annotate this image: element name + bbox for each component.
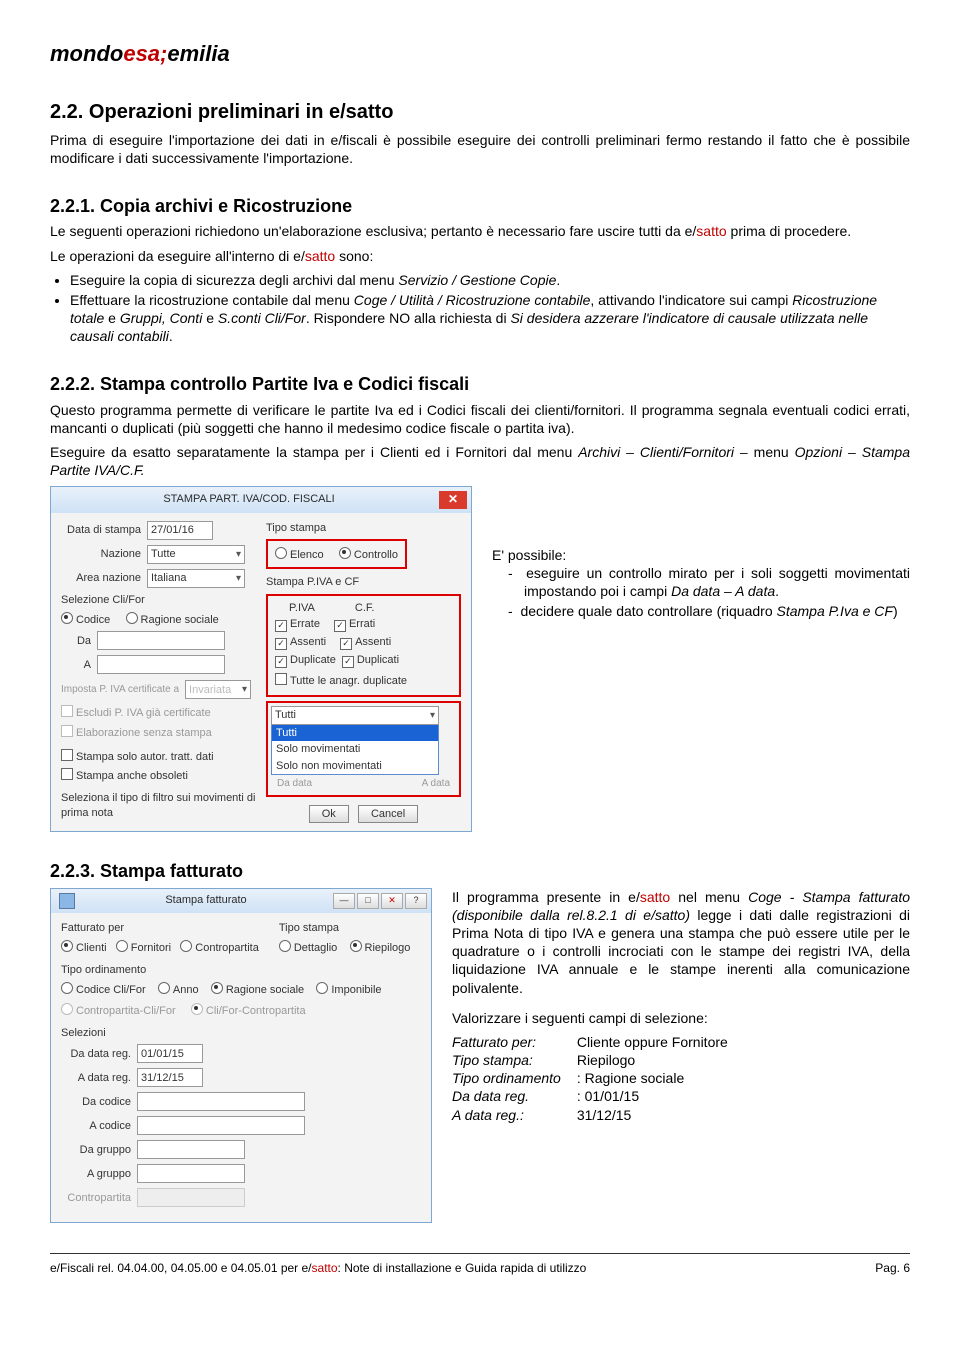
- ok-button[interactable]: Ok: [309, 805, 349, 823]
- para-2-2-1-b: Le operazioni da eseguire all'interno di…: [50, 247, 910, 265]
- bullet-2: Effettuare la ricostruzione contabile da…: [70, 291, 910, 346]
- dropdown-filtro[interactable]: Tutti Solo movimentati Solo non moviment…: [271, 724, 439, 775]
- para-2-2: Prima di eseguire l'importazione dei dat…: [50, 131, 910, 167]
- help-icon[interactable]: ?: [405, 893, 427, 909]
- select-area[interactable]: Italiana: [147, 569, 245, 588]
- input-da-data-reg[interactable]: 01/01/15: [137, 1044, 203, 1063]
- chk-errati[interactable]: ✓: [334, 620, 346, 632]
- dialog2-titlebar: Stampa fatturato — □ ✕ ?: [51, 889, 431, 913]
- select-imposta: Invariata: [185, 680, 251, 699]
- radio-riepilogo[interactable]: [350, 940, 362, 952]
- input-a-data-reg[interactable]: 31/12/15: [137, 1068, 203, 1087]
- input-a-codice[interactable]: [137, 1116, 305, 1135]
- bullet-1: Eseguire la copia di sicurezza degli arc…: [70, 271, 910, 289]
- para-2-2-2-a: Questo programma permette di verificare …: [50, 401, 910, 437]
- lbl-fatturato-per: Fatturato per: [61, 921, 259, 935]
- input-contropartita: [137, 1188, 245, 1207]
- chk-duplicate[interactable]: ✓: [275, 656, 287, 668]
- input-a[interactable]: [97, 655, 225, 674]
- lbl-data-stampa: Data di stampa: [61, 523, 141, 537]
- select-nazione[interactable]: Tutte: [147, 545, 245, 564]
- heading-2-2-1: 2.2.1. Copia archivi e Ricostruzione: [50, 195, 910, 218]
- chk-solo-autor[interactable]: [61, 749, 73, 761]
- dialog2-title: Stampa fatturato: [79, 893, 333, 907]
- heading-2-2-2: 2.2.2. Stampa controllo Partite Iva e Co…: [50, 373, 910, 396]
- side-text-222: E' possibile: - eseguire un controllo mi…: [492, 546, 910, 623]
- cancel-button[interactable]: Cancel: [358, 805, 418, 823]
- lbl-imposta: Imposta P. IVA certificate a: [61, 683, 179, 696]
- radio-elenco[interactable]: [275, 547, 287, 559]
- bullet-list-221: Eseguire la copia di sicurezza degli arc…: [70, 271, 910, 346]
- chk-assenti-cf[interactable]: ✓: [340, 638, 352, 650]
- radio-contropartita[interactable]: [180, 940, 192, 952]
- heading-2-2-3: 2.2.3. Stampa fatturato: [50, 860, 910, 883]
- lbl-a: A: [61, 658, 91, 672]
- radio-codice[interactable]: [61, 612, 73, 624]
- lbl-tipo-ordinamento: Tipo ordinamento: [61, 963, 421, 977]
- close-icon[interactable]: ✕: [439, 491, 467, 509]
- lbl-area: Area nazione: [61, 571, 141, 585]
- input-a-gruppo[interactable]: [137, 1164, 245, 1183]
- radio-fornitori[interactable]: [116, 940, 128, 952]
- radio-dettaglio[interactable]: [279, 940, 291, 952]
- radio-clifor-contr: [191, 1003, 203, 1015]
- radio-ragione[interactable]: [126, 612, 138, 624]
- heading-2-2: 2.2. Operazioni preliminari in e/satto: [50, 99, 910, 125]
- chk-escludi: [61, 705, 73, 717]
- lbl-tipo-stampa: Tipo stampa: [266, 521, 461, 535]
- input-da-codice[interactable]: [137, 1092, 305, 1111]
- dialog-icon: [59, 893, 75, 909]
- kv-table: Fatturato per:Cliente oppure Fornitore T…: [452, 1033, 744, 1124]
- radio-controllo[interactable]: [339, 547, 351, 559]
- dialog-stampa-part-iva: STAMPA PART. IVA/COD. FISCALI ✕ Data di …: [50, 486, 472, 833]
- brand-header: mondoesa;emilia: [50, 40, 910, 69]
- close-icon[interactable]: ✕: [381, 893, 403, 909]
- brand-part3: emilia: [167, 41, 229, 66]
- side-text-223: Il programma presente in e/satto nel men…: [452, 888, 910, 1124]
- radio-contr-clifor: [61, 1003, 73, 1015]
- maximize-icon[interactable]: □: [357, 893, 379, 909]
- radio-clienti[interactable]: [61, 940, 73, 952]
- input-da[interactable]: [97, 631, 225, 650]
- brand-part2: esa;: [123, 41, 167, 66]
- chk-duplicati[interactable]: ✓: [342, 656, 354, 668]
- dropdown-opt-tutti[interactable]: Tutti: [272, 725, 438, 741]
- chk-assenti-piva[interactable]: ✓: [275, 638, 287, 650]
- radio-anno[interactable]: [158, 982, 170, 994]
- dropdown-opt-solo-non[interactable]: Solo non movimentati: [272, 758, 438, 774]
- radio-cod-clifor[interactable]: [61, 982, 73, 994]
- footer-divider: [50, 1253, 910, 1254]
- date-labels: Da data A data: [271, 775, 456, 792]
- dialog-titlebar: STAMPA PART. IVA/COD. FISCALI ✕: [51, 487, 471, 513]
- dropdown-opt-solo-mov[interactable]: Solo movimentati: [272, 741, 438, 757]
- minimize-icon[interactable]: —: [333, 893, 355, 909]
- lbl-seleziona: Seleziona il tipo di filtro sui moviment…: [61, 791, 256, 820]
- lbl-da: Da: [61, 634, 91, 648]
- brand-part1: mondo: [50, 41, 123, 66]
- lbl-nazione: Nazione: [61, 547, 141, 561]
- dialog-title: STAMPA PART. IVA/COD. FISCALI: [59, 492, 439, 506]
- lbl-selezione-clifor: Selezione Cli/For: [61, 593, 256, 607]
- para-2-2-1-a: Le seguenti operazioni richiedono un'ela…: [50, 222, 910, 240]
- lbl-tipo-stampa2: Tipo stampa: [279, 921, 411, 935]
- input-data-stampa[interactable]: 27/01/16: [147, 521, 213, 540]
- radio-rag-soc[interactable]: [211, 982, 223, 994]
- lbl-stampa-piva: Stampa P.IVA e CF: [266, 575, 461, 589]
- lbl-selezioni: Selezioni: [61, 1026, 421, 1040]
- chk-tutte-anagr[interactable]: [275, 673, 287, 685]
- radio-imponibile[interactable]: [316, 982, 328, 994]
- dialog-stampa-fatturato: Stampa fatturato — □ ✕ ? Fatturato per C…: [50, 888, 432, 1224]
- select-filtro[interactable]: Tutti: [271, 706, 439, 725]
- chk-elab: [61, 725, 73, 737]
- para-2-2-2-b: Eseguire da esatto separatamente la stam…: [50, 443, 910, 479]
- input-da-gruppo[interactable]: [137, 1140, 245, 1159]
- chk-errate[interactable]: ✓: [275, 620, 287, 632]
- footer: e/Fiscali rel. 04.04.00, 04.05.00 e 04.0…: [50, 1261, 910, 1277]
- chk-anche-obs[interactable]: [61, 768, 73, 780]
